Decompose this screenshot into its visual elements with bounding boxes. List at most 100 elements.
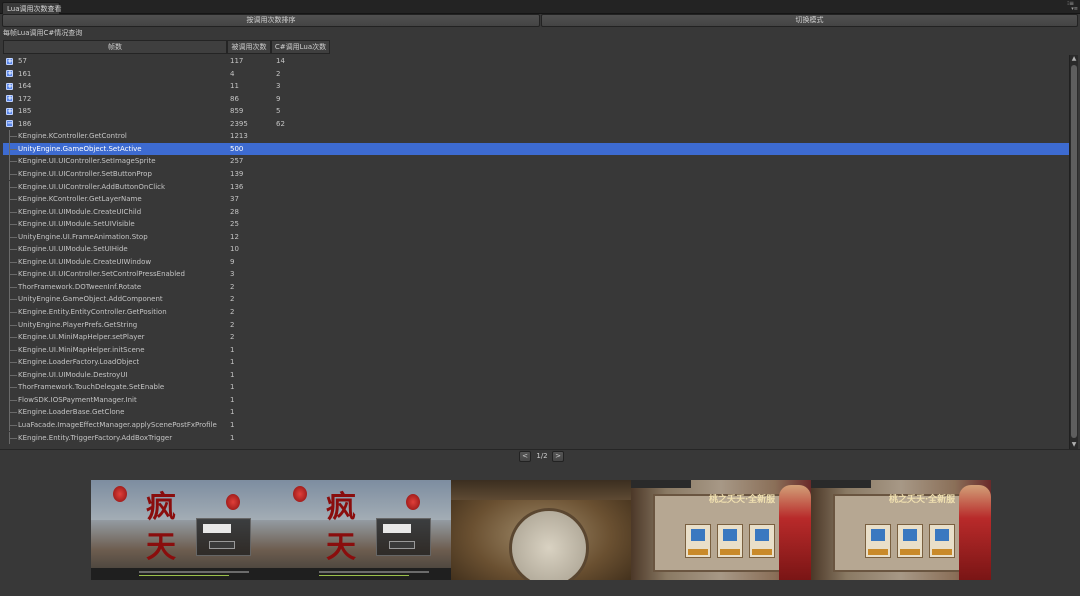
method-row[interactable]: KEngine.Entity.EntityController.GetPosit… [3, 306, 1069, 319]
row-call-count: 117 [230, 57, 244, 65]
method-row[interactable]: KEngine.UI.UIModule.CreateUIWindow 9 [3, 255, 1069, 269]
scroll-up-arrow-icon[interactable]: ▲ [1070, 55, 1078, 63]
row-name: 172 [18, 94, 32, 103]
game-logo: 疯天 [146, 490, 176, 565]
scroll-down-arrow-icon[interactable]: ▼ [1070, 441, 1078, 449]
expand-icon[interactable]: + [6, 82, 13, 90]
method-row[interactable]: KEngine.UI.UIModule.DestroyUI 1 [3, 368, 1069, 382]
event-title: 桃之夭夭·全新服 [889, 495, 956, 505]
screenshot-thumbnail[interactable] [451, 480, 631, 580]
next-page-button[interactable]: > [552, 451, 564, 462]
frame-row[interactable]: +161 4 2 [3, 68, 1069, 81]
tree-branch [9, 161, 17, 163]
window-tab[interactable]: Lua调用次数查看 [2, 2, 62, 14]
frame-row[interactable]: −186 2395 62 [3, 118, 1069, 131]
method-row[interactable]: LuaFacade.ImageEffectManager.applySceneP… [3, 418, 1069, 432]
page-title: 每帧Lua调用C#情况查询 [3, 29, 83, 37]
tree-branch [9, 186, 17, 188]
row-call-count: 2 [230, 295, 235, 304]
frame-row[interactable]: +57 117 14 [3, 55, 1069, 68]
table-body: +57 117 14 +161 4 2 +164 11 3 +172 86 9 +185 859 5−186… [3, 55, 1069, 449]
row-name: LuaFacade.ImageEffectManager.applySceneP… [18, 420, 217, 429]
method-row[interactable]: KEngine.KController.GetControl 1213 [3, 130, 1069, 143]
row-name: KEngine.UI.UIModule.DestroyUI [18, 370, 128, 379]
method-row[interactable]: KEngine.LoaderBase.GetClone 1 [3, 406, 1069, 419]
method-row[interactable]: KEngine.UI.MiniMapHelper.initScene 1 [3, 343, 1069, 357]
row-call-count: 500 [230, 144, 244, 153]
table-header: 帧数 被调用次数 C#调用Lua次数 [3, 39, 331, 55]
event-title: 桃之夭夭·全新服 [709, 495, 776, 505]
collapse-icon[interactable]: − [6, 120, 13, 128]
expand-icon[interactable]: + [6, 95, 13, 103]
section-divider [0, 449, 1080, 450]
row-name: 185 [18, 107, 32, 116]
method-row[interactable]: KEngine.UI.UIModule.SetUIVisible 25 [3, 218, 1069, 231]
method-row[interactable]: KEngine.UI.UIController.SetControlPressE… [3, 268, 1069, 281]
row-call-count: 136 [230, 182, 244, 191]
expand-icon[interactable]: + [6, 107, 13, 115]
frame-row[interactable]: +164 11 3 [3, 80, 1069, 93]
method-row[interactable]: KEngine.UI.UIController.AddButtonOnClick… [3, 180, 1069, 193]
method-row[interactable]: KEngine.Entity.TriggerFactory.AddBoxTrig… [3, 431, 1069, 444]
tree-branch [9, 374, 17, 376]
sort-by-calls-button[interactable]: 按调用次数排序 [2, 14, 540, 27]
call-table: 帧数 被调用次数 C#调用Lua次数 +57 117 14 +161 4 2 +164 11 3… [3, 39, 1080, 449]
window-options-icon[interactable]: ▾≡ [1071, 7, 1078, 12]
tree-branch [9, 424, 17, 426]
method-row[interactable]: UnityEngine.PlayerPrefs.GetString 2 [3, 318, 1069, 332]
screenshot-thumbnail[interactable]: 桃之夭夭·全新服 [631, 480, 811, 580]
column-header-lua-calls[interactable]: C#调用Lua次数 [271, 40, 330, 54]
method-row[interactable]: ThorFramework.DOTweenInf.Rotate 2 [3, 280, 1069, 294]
row-name: KEngine.UI.UIController.AddButtonOnClick [18, 182, 166, 191]
row-call-count: 139 [230, 169, 244, 178]
tree-branch [9, 337, 17, 339]
row-call-count: 86 [230, 94, 239, 103]
method-row[interactable]: KEngine.UI.UIController.SetImageSprite 25… [3, 155, 1069, 168]
scrollbar-thumb[interactable] [1071, 65, 1077, 438]
method-row[interactable]: KEngine.LoaderFactory.LoadObject 1 [3, 356, 1069, 369]
row-call-count: 1 [230, 420, 235, 429]
method-row[interactable]: KEngine.UI.MiniMapHelper.setPlayer 2 [3, 331, 1069, 344]
row-name: KEngine.LoaderFactory.LoadObject [18, 358, 140, 367]
method-row[interactable]: ThorFramework.TouchDelegate.SetEnable 1 [3, 381, 1069, 394]
screenshot-thumbnail[interactable]: 疯天 [91, 480, 271, 580]
row-lua-call-count: 2 [276, 69, 281, 78]
tree-branch [9, 399, 17, 401]
frame-row[interactable]: +172 86 9 [3, 93, 1069, 106]
row-call-count: 2 [230, 308, 235, 316]
screenshot-thumbnail[interactable]: 桃之夭夭·全新服 [811, 480, 991, 580]
method-row[interactable]: KEngine.KController.GetLayerName 37 [3, 193, 1069, 206]
row-call-count: 257 [230, 157, 244, 166]
row-name: 164 [18, 82, 32, 91]
row-name: 161 [18, 69, 32, 78]
switch-mode-button[interactable]: 切换模式 [541, 14, 1078, 27]
tree-branch [9, 312, 17, 313]
row-call-count: 37 [230, 195, 239, 204]
vertical-scrollbar[interactable]: ▲ ▼ [1069, 55, 1078, 449]
row-name: 57 [18, 57, 27, 65]
method-row[interactable]: FlowSDK.IOSPaymentManager.Init 1 [3, 393, 1069, 407]
column-header-calls[interactable]: 被调用次数 [227, 40, 271, 54]
method-row[interactable]: KEngine.UI.UIController.SetButtonProp 139 [3, 167, 1069, 181]
row-call-count: 2 [230, 333, 235, 342]
expand-icon[interactable]: + [6, 57, 13, 65]
row-name: KEngine.KController.GetLayerName [18, 195, 142, 204]
prev-page-button[interactable]: < [519, 451, 531, 462]
screenshot-thumbnail[interactable]: 疯天 [271, 480, 451, 580]
method-row[interactable]: UnityEngine.GameObject.AddComponent 2 [3, 293, 1069, 306]
frame-row[interactable]: +185 859 5 [3, 105, 1069, 118]
row-call-count: 25 [230, 220, 239, 229]
method-row[interactable]: KEngine.UI.UIModule.SetUIHide 10 [3, 243, 1069, 256]
method-row[interactable]: KEngine.UI.UIModule.CreateUIChild 28 [3, 205, 1069, 219]
screenshot-strip: 疯天 疯天 桃之夭夭·全新服 桃之夭夭·全新服 [91, 480, 991, 580]
tree-branch [9, 412, 17, 414]
row-call-count: 1 [230, 358, 235, 367]
row-name: KEngine.UI.UIModule.CreateUIWindow [18, 257, 152, 266]
row-name: UnityEngine.GameObject.SetActive [18, 144, 142, 153]
tree-branch [9, 224, 17, 226]
expand-icon[interactable]: + [6, 70, 13, 78]
method-row[interactable]: UnityEngine.GameObject.SetActive 500 [3, 142, 1069, 156]
row-lua-call-count: 14 [276, 57, 285, 65]
column-header-frame[interactable]: 帧数 [3, 40, 227, 54]
method-row[interactable]: UnityEngine.UI.FrameAnimation.Stop 12 [3, 230, 1069, 244]
